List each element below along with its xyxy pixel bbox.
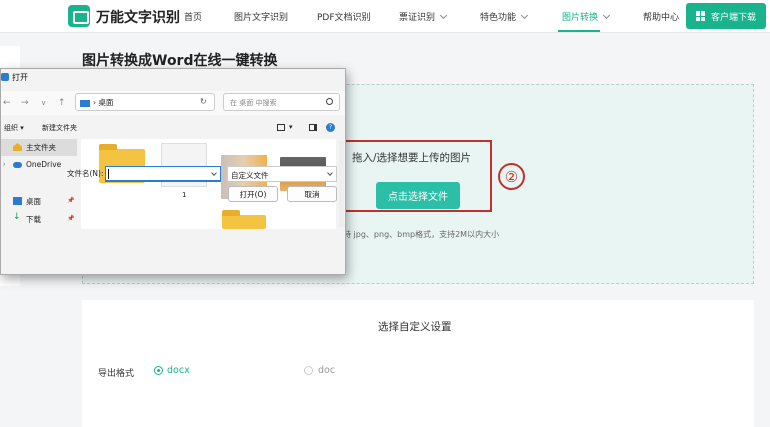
windows-icon: [695, 11, 706, 21]
chevron-down-icon: [602, 11, 611, 20]
view-mode-icon[interactable]: [277, 124, 285, 131]
sidebar-item-onedrive[interactable]: › OneDrive: [1, 157, 77, 174]
brand-name[interactable]: 万能文字识别: [96, 7, 180, 27]
dialog-title: 打开: [12, 73, 28, 82]
radio-docx[interactable]: [154, 366, 163, 375]
refresh-icon[interactable]: ↻: [200, 97, 207, 106]
help-icon[interactable]: ?: [326, 123, 335, 132]
dialog-titlebar[interactable]: 打开: [1, 69, 345, 87]
sidebar-onedrive-label: OneDrive: [26, 160, 62, 169]
open-button[interactable]: 打开(O): [228, 186, 278, 202]
dialog-scrollbar[interactable]: [339, 141, 344, 227]
option-docx-label[interactable]: docx: [167, 365, 190, 376]
download-arrow-icon: ↓: [13, 212, 21, 222]
nav-image-ocr[interactable]: 图片文字识别: [234, 10, 288, 23]
client-download-button[interactable]: 客户端下载: [686, 3, 766, 29]
format-support-text: 持 jpg、png、bmp格式，支持2M以内大小: [343, 230, 500, 239]
desktop-icon: [80, 99, 90, 107]
dialog-toolbar: 组织 ▾ 新建文件夹 ▾ ?: [1, 122, 345, 136]
dialog-navbar: ← → ∨ ↑ › 桌面 ↻ 在 桌面 中搜索: [1, 91, 345, 115]
download-label: 客户端下载: [710, 12, 756, 23]
expand-chevron-icon: ›: [3, 161, 6, 168]
active-tab-indicator: [558, 30, 600, 32]
nav-home[interactable]: 首页: [184, 10, 202, 23]
option-doc-label[interactable]: doc: [318, 365, 335, 376]
pin-icon: 📌: [67, 215, 75, 222]
search-placeholder: 在 桌面 中搜索: [230, 99, 277, 107]
pin-icon: 📌: [67, 197, 75, 204]
dialog-sidebar: 主文件夹 › OneDrive 桌面 📌 ↓ 下载 📌: [1, 139, 79, 229]
address-text: 桌面: [98, 98, 114, 107]
up-arrow-icon[interactable]: ↑: [58, 98, 66, 108]
history-chevron-icon[interactable]: ∨: [41, 99, 46, 107]
home-icon: [13, 143, 22, 151]
back-arrow-icon[interactable]: ←: [3, 98, 11, 108]
view-dropdown-icon[interactable]: ▾: [289, 123, 293, 131]
radio-doc[interactable]: [304, 366, 313, 375]
cloud-icon: [13, 162, 22, 168]
organize-label: 组织: [4, 124, 18, 132]
settings-title: 选择自定义设置: [378, 321, 452, 333]
step-number-badge: ②: [498, 163, 525, 190]
sidebar-item-downloads[interactable]: ↓ 下载 📌: [1, 211, 77, 228]
new-folder-button[interactable]: 新建文件夹: [42, 123, 77, 133]
nav-ticket-ocr[interactable]: 票证识别: [399, 10, 448, 23]
desktop-icon: [13, 197, 22, 205]
filetype-select[interactable]: 自定义文件: [227, 166, 337, 182]
dialog-app-icon: [1, 73, 9, 81]
nav-features-label: 特色功能: [480, 13, 517, 23]
folder-icon[interactable]: [222, 210, 266, 229]
page-title: 图片转换成Word在线一键转换: [82, 53, 278, 69]
nav-ticket-label: 票证识别: [399, 13, 436, 23]
sidebar-downloads-label: 下载: [26, 215, 41, 224]
filename-label: 文件名(N):: [67, 169, 104, 178]
text-caret: [108, 169, 109, 179]
nav-features[interactable]: 特色功能: [480, 10, 529, 23]
search-icon: [326, 98, 333, 105]
forward-arrow-icon[interactable]: →: [21, 98, 29, 108]
file-name-label: 1: [182, 191, 187, 199]
dialog-footer: [1, 229, 345, 274]
chevron-down-icon: [439, 11, 448, 20]
nav-image-convert[interactable]: 图片转换: [562, 10, 611, 23]
annotation-highlight-box: [343, 140, 492, 212]
file-list: 1: [81, 139, 336, 229]
sidebar-desktop-label: 桌面: [26, 197, 41, 206]
preview-pane-icon[interactable]: [309, 124, 317, 131]
nav-help[interactable]: 帮助中心: [643, 10, 679, 23]
nav-pdf-ocr[interactable]: PDF文档识别: [317, 10, 371, 23]
dialog-search-input[interactable]: 在 桌面 中搜索: [223, 93, 340, 111]
top-navbar: 万能文字识别 首页 图片文字识别 PDF文档识别 票证识别 特色功能 图片转换 …: [0, 0, 770, 33]
organize-menu[interactable]: 组织 ▾: [4, 123, 24, 133]
cancel-button[interactable]: 取消: [287, 186, 337, 202]
address-bar[interactable]: › 桌面: [75, 93, 215, 111]
sidebar-item-desktop[interactable]: 桌面 📌: [1, 193, 77, 210]
nav-convert-label: 图片转换: [562, 13, 599, 23]
app-logo-icon[interactable]: [68, 5, 90, 27]
filename-input[interactable]: [105, 166, 221, 182]
sidebar-home-label: 主文件夹: [26, 143, 56, 152]
chevron-down-icon: [520, 11, 529, 20]
sidebar-item-home[interactable]: 主文件夹: [1, 139, 77, 156]
export-format-label: 导出格式: [98, 369, 135, 379]
